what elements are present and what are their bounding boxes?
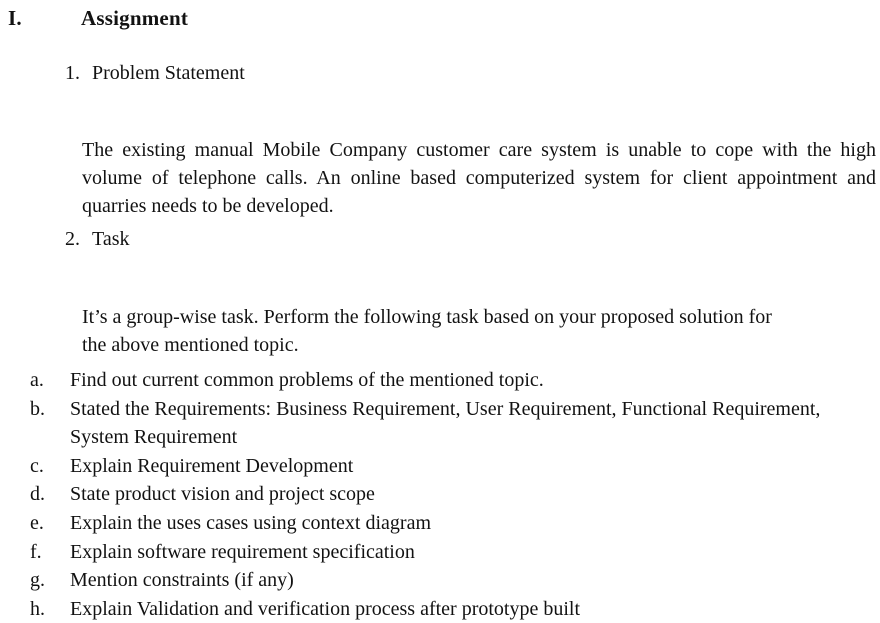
list-item-text: Explain Requirement Development <box>70 454 354 477</box>
task-list: a. Find out current common problems of th… <box>0 366 880 623</box>
list-item: f. Explain software requirement specifica… <box>0 538 880 567</box>
list-item-marker: f. <box>30 540 42 563</box>
list-item-marker: h. <box>30 597 45 620</box>
list-item-marker: d. <box>30 483 45 506</box>
list-item: a. Find out current common problems of th… <box>0 366 880 395</box>
list-item-text: State product vision and project scope <box>70 483 375 506</box>
list-item-marker: e. <box>30 511 44 534</box>
list-item-marker: b. <box>30 397 45 420</box>
list-item: e. Explain the uses cases using context d… <box>0 509 880 538</box>
list-item-marker: c. <box>30 454 44 477</box>
section-label-2: Task <box>92 228 130 250</box>
list-item-text: Explain software requirement specificati… <box>70 540 415 563</box>
section-label-1: Problem Statement <box>92 62 245 84</box>
document-page: I. Assignment 1. Problem Statement The e… <box>0 0 880 620</box>
paragraph-task: It’s a group-wise task. Perform the foll… <box>82 306 772 356</box>
list-item: c. Explain Requirement Development <box>0 452 880 481</box>
list-item: g. Mention constraints (if any) <box>0 566 880 595</box>
list-item: h. Explain Validation and verification pr… <box>0 595 880 623</box>
heading-marker: I. <box>8 6 22 30</box>
list-item: b. Stated the Requirements: Business Requ… <box>0 395 880 452</box>
page-title: Assignment <box>81 6 189 30</box>
list-item: d. State product vision and project scope <box>0 480 880 509</box>
paragraph-problem-statement: The existing manual Mobile Company custo… <box>82 139 876 217</box>
list-item-text: Stated the Requirements: Business Requir… <box>70 397 821 449</box>
list-item-text: Explain the uses cases using context dia… <box>70 511 432 534</box>
list-item-marker: a. <box>30 369 44 391</box>
list-item-text: Find out current common problems of the … <box>70 369 544 391</box>
list-item-marker: g. <box>30 569 45 592</box>
document-heading: I. Assignment <box>0 6 880 36</box>
list-item-text: Mention constraints (if any) <box>70 569 294 592</box>
section-marker-1: 1. <box>65 62 80 84</box>
list-item-text: Explain Validation and verification proc… <box>70 597 581 620</box>
section-marker-2: 2. <box>65 228 80 250</box>
